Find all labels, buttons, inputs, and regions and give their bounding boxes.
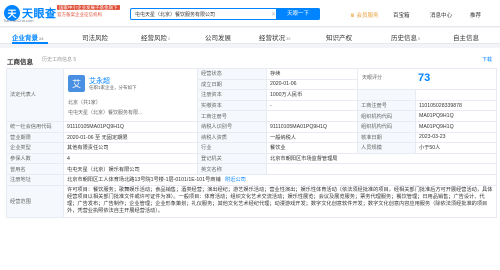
rep-company[interactable]: 屯屯天星（北京）餐饮服务有限... bbox=[68, 109, 142, 116]
tab-label: 经营状况 bbox=[259, 35, 285, 42]
message-link[interactable]: 消息中心 bbox=[430, 11, 452, 19]
auth-value: 北京市朝阳区市场监督管理局 bbox=[266, 152, 497, 165]
toolbox-link[interactable]: 百宝箱 bbox=[393, 11, 410, 19]
tab-count: 24 bbox=[39, 36, 44, 41]
tab-count: 35 bbox=[286, 36, 291, 41]
tab-label: 司法风险 bbox=[82, 35, 108, 42]
addr-value: 北京市朝阳区工人体育场北路13号院1号楼-1层-0101/1E-101号商铺 bbox=[67, 177, 221, 184]
tab-operation-status[interactable]: 经营状况35 bbox=[259, 32, 290, 42]
tab-history[interactable]: 历史信息5 bbox=[391, 32, 420, 42]
usc-label: 统一社会信用代码 bbox=[6, 120, 64, 133]
tab-label: 知识产权 bbox=[326, 35, 352, 42]
vip-link[interactable]: ♛ 会员服务 bbox=[350, 11, 378, 19]
term-value: 2020-01-06 至 无固定期限 bbox=[63, 131, 198, 144]
tab-count: 5 bbox=[418, 36, 421, 41]
ins-value: 110105028339878 bbox=[415, 99, 497, 112]
rep-label: 法定代表人 bbox=[6, 68, 64, 122]
status-label: 经营状态 bbox=[197, 68, 267, 80]
industry-value: 餐饮业 bbox=[266, 142, 358, 154]
gov-badge-line1: 国家中小企业发展子基金旗下 bbox=[57, 5, 120, 10]
tab-label: 经营风险 bbox=[141, 35, 167, 42]
tab-development[interactable]: 公司发展 bbox=[205, 32, 231, 42]
ins-label: 工商注册号 bbox=[357, 99, 416, 112]
rep-cell: 艾 艾永超 任职1家企业，分布如下 北京（共1家） 屯屯天星（北京）餐饮服务有限… bbox=[63, 68, 198, 122]
size-value: 小于50人 bbox=[415, 142, 497, 154]
tab-self-info[interactable]: 自主信息 bbox=[453, 32, 479, 42]
tab-ip[interactable]: 知识产权 bbox=[326, 32, 352, 42]
logo-sub: TianYanCha.com bbox=[3, 18, 34, 23]
search-box: ✕ 天眼一下 bbox=[130, 8, 320, 20]
taxq-label: 纳税人资质 bbox=[197, 131, 267, 144]
term-label: 营业期限 bbox=[6, 131, 64, 144]
search-button[interactable]: 天眼一下 bbox=[276, 8, 320, 20]
addr-cell: 北京市朝阳区工人体育场北路13号院1号楼-1层-0101/1E-101号商铺 附… bbox=[63, 173, 497, 186]
size-label: 人员规模 bbox=[357, 142, 416, 154]
used-name-label: 曾用名 bbox=[6, 163, 64, 175]
tab-bar: 企业背景24 司法风险 经营风险2 公司发展 经营状况35 知识产权 历史信息5… bbox=[0, 28, 500, 44]
insured-value: 4 bbox=[63, 152, 198, 165]
eng-name-label: 英文名称 bbox=[197, 163, 267, 175]
paid-value: - bbox=[266, 99, 358, 112]
tab-count: 2 bbox=[168, 36, 171, 41]
reg-label: 注册资本 bbox=[197, 89, 267, 101]
panel-title: 工商信息 bbox=[7, 59, 33, 66]
tab-label: 公司发展 bbox=[205, 35, 231, 42]
appr-label: 核准日期 bbox=[357, 131, 416, 144]
rep-region: 北京（共1家） bbox=[68, 100, 101, 106]
top-header: 天 天眼查 TianYanCha.com 国家中小企业发展子基金旗下 官方备案企… bbox=[0, 0, 500, 27]
industry-label: 行业 bbox=[197, 142, 267, 154]
business-info-table: 法定代表人 艾 艾永超 任职1家企业，分布如下 北京（共1家） 屯屯天星（北京）… bbox=[6, 67, 497, 218]
found-label: 成立日期 bbox=[197, 78, 267, 91]
used-name-value: 屯屯天星（北京）娱乐有限公司 bbox=[63, 163, 198, 175]
taxq-value: 一般纳税人 bbox=[266, 131, 358, 144]
tax-value: 91110105MA01PQ9H1Q bbox=[266, 120, 358, 133]
status-value: 存续 bbox=[266, 68, 358, 80]
filler-value bbox=[415, 89, 497, 101]
gov-badge-line2: 官方备案企业征信机构 bbox=[57, 12, 102, 17]
gov-badge: 国家中小企业发展子基金旗下 官方备案企业征信机构 bbox=[57, 4, 120, 18]
org-value: MA01PQ9H1Q bbox=[415, 110, 497, 122]
scope-label: 经营范围 bbox=[6, 184, 64, 218]
scope-value: 许可项目：餐饮服务；歌舞娱乐活动；食品销售；酒类经营；演出经纪；游艺娱乐活动；营… bbox=[63, 184, 497, 218]
found-value: 2020-01-06 bbox=[266, 78, 358, 91]
tax-label: 纳税人识别号 bbox=[197, 120, 267, 133]
org-label: 组织机构代码 bbox=[357, 110, 416, 122]
type-value: 其他有限责任公司 bbox=[63, 142, 198, 154]
score-label: 天眼评分 bbox=[362, 75, 383, 81]
tab-judicial-risk[interactable]: 司法风险 bbox=[82, 32, 108, 42]
score-cell: 天眼评分 73 bbox=[357, 67, 497, 91]
type-label: 企业类型 bbox=[6, 142, 64, 154]
download-link[interactable]: 下载 bbox=[482, 56, 492, 63]
nearby-companies-link[interactable]: 附近公司 bbox=[225, 177, 246, 183]
paid-label: 实缴资本 bbox=[197, 99, 267, 112]
addr-label: 注册地址 bbox=[6, 173, 64, 186]
tab-operation-risk[interactable]: 经营风险2 bbox=[141, 32, 170, 42]
eng-label: 工商注册号 bbox=[197, 110, 267, 122]
appr-value: 2023-03-23 bbox=[415, 131, 497, 144]
eng-name-value bbox=[266, 163, 497, 175]
score-value[interactable]: 73 bbox=[418, 72, 430, 84]
avatar[interactable]: 艾 bbox=[68, 75, 85, 92]
rep-stats: 任职1家企业，分布如下 bbox=[89, 85, 137, 90]
eng-value bbox=[266, 110, 358, 122]
history-link[interactable]: 历史工商信息 5 bbox=[42, 56, 76, 63]
recommend-link[interactable]: 推荐 bbox=[470, 11, 481, 19]
tab-label: 企业背景 bbox=[12, 35, 38, 42]
vip-label: 会员服务 bbox=[356, 13, 379, 19]
tab-active-indicator bbox=[12, 42, 48, 44]
insured-label: 参保人数 bbox=[6, 152, 64, 165]
auth-label: 登记机关 bbox=[197, 152, 267, 165]
org2-label: 组织机构代码 bbox=[357, 120, 416, 133]
org2-value: MA01PQ9H1Q bbox=[415, 120, 497, 133]
tab-background[interactable]: 企业背景24 bbox=[12, 32, 43, 42]
tab-label: 自主信息 bbox=[453, 35, 479, 42]
filler-label bbox=[357, 89, 416, 101]
reg-value: 1000万人民币 bbox=[266, 89, 358, 101]
usc-value: 91110105MA01PQ9H1Q bbox=[63, 120, 198, 133]
search-input[interactable] bbox=[135, 11, 265, 18]
business-info-panel: 工商信息 历史工商信息 5 下载 法定代表人 艾 艾永超 任职1家企业，分布如下… bbox=[0, 48, 500, 270]
tab-label: 历史信息 bbox=[391, 35, 417, 42]
